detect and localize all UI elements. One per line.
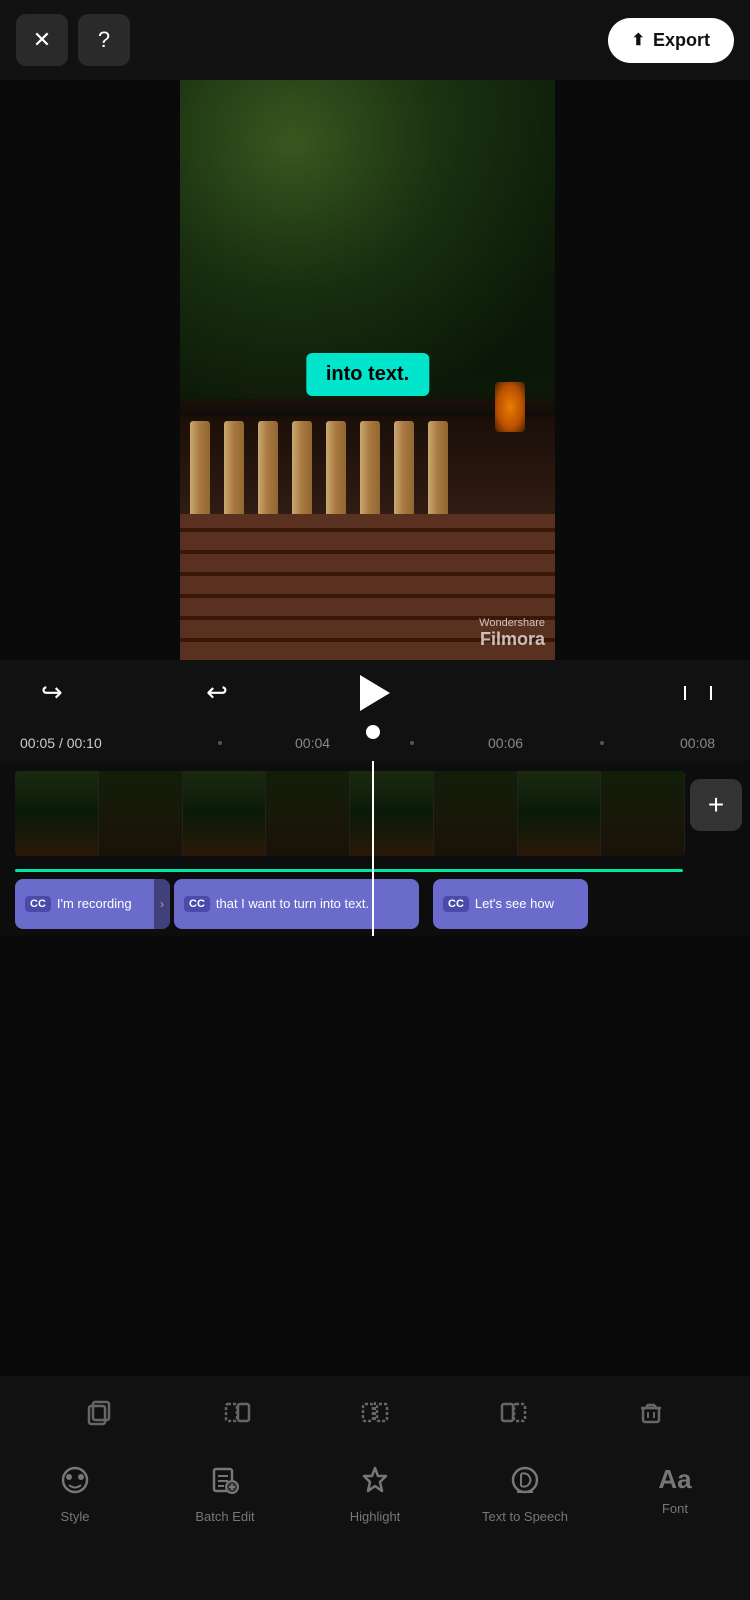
- caption-bubble: into text.: [306, 353, 429, 396]
- help-icon: ?: [98, 27, 110, 53]
- trim-left-icon: [223, 1398, 251, 1426]
- highlight-icon: [359, 1464, 391, 1503]
- fence-post: [394, 421, 414, 521]
- clip-handle-1[interactable]: ›: [154, 879, 170, 929]
- redo-icon: ↩: [206, 677, 228, 708]
- time-marker-2: 00:06: [488, 735, 523, 751]
- split-icon: [361, 1398, 389, 1426]
- watermark: Wondershare Filmora: [479, 617, 545, 650]
- strip-frame: [350, 771, 434, 856]
- caption-text: into text.: [326, 363, 409, 385]
- watermark-brand: Filmora: [479, 629, 545, 650]
- strip-frame: [266, 771, 350, 856]
- strip-frame: [434, 771, 518, 856]
- text-to-speech-label: Text to Speech: [482, 1509, 568, 1524]
- font-label: Font: [662, 1501, 688, 1516]
- cc-badge-1: CC: [25, 896, 51, 912]
- caption-clip-text-1: I'm recording: [57, 896, 132, 911]
- ruler-dot: [410, 741, 414, 745]
- undo-button[interactable]: ↩: [30, 671, 74, 715]
- strip-frame: [99, 771, 183, 856]
- time-marker-1: 00:04: [295, 735, 330, 751]
- redo-button[interactable]: ↩: [195, 671, 239, 715]
- fence-post: [326, 421, 346, 521]
- fence-post: [224, 421, 244, 521]
- duplicate-icon: [85, 1398, 113, 1426]
- lantern: [495, 382, 525, 432]
- strip-frame: [601, 771, 685, 856]
- strip-frame: [183, 771, 267, 856]
- caption-progress-line: [15, 869, 683, 872]
- duplicate-clip-button[interactable]: [74, 1387, 124, 1437]
- caption-track-area: CC I'm recording › CC that I want to tur…: [0, 871, 750, 936]
- play-button[interactable]: [360, 675, 390, 711]
- ruler-dot: [218, 741, 222, 745]
- highlight-label: Highlight: [350, 1509, 401, 1524]
- text-to-speech-tool-item[interactable]: Text to Speech: [450, 1464, 600, 1524]
- fence-post: [428, 421, 448, 521]
- caption-clip-text-3: Let's see how: [475, 896, 554, 911]
- export-label: Export: [653, 30, 710, 51]
- fence-posts: [190, 421, 448, 521]
- add-clip-button[interactable]: +: [690, 779, 742, 831]
- highlight-tool-item[interactable]: Highlight: [300, 1464, 450, 1524]
- fence-post: [190, 421, 210, 521]
- caption-clip-1[interactable]: CC I'm recording ›: [15, 879, 170, 929]
- plus-icon: +: [708, 789, 724, 821]
- play-icon: [360, 675, 390, 711]
- close-icon: ✕: [33, 27, 51, 53]
- ruler-dot: [600, 741, 604, 745]
- split-button[interactable]: [350, 1387, 400, 1437]
- strip-frame: [518, 771, 602, 856]
- bottom-toolbar: Style Batch Edit Highlight: [0, 1448, 750, 1600]
- font-tool-item[interactable]: Aa Font: [600, 1464, 750, 1516]
- fullscreen-icon: [684, 679, 712, 707]
- style-tool-item[interactable]: Style: [0, 1464, 150, 1524]
- batch-edit-icon: [209, 1464, 241, 1503]
- clip-edit-toolbar: [0, 1376, 750, 1448]
- playhead-top: [366, 725, 380, 739]
- video-background: into text. Wondershare Filmora: [180, 80, 555, 660]
- time-marker-3: 00:08: [680, 735, 715, 751]
- style-icon: [59, 1464, 91, 1503]
- font-icon: Aa: [658, 1464, 691, 1495]
- strip-frame: [15, 771, 99, 856]
- delete-clip-button[interactable]: [626, 1387, 676, 1437]
- caption-clip-2[interactable]: CC that I want to turn into text.: [174, 879, 419, 929]
- current-time-label: 00:05 / 00:10: [20, 735, 102, 751]
- empty-space: [0, 936, 750, 1336]
- close-button[interactable]: ✕: [16, 14, 68, 66]
- fence-post: [258, 421, 278, 521]
- trim-left-button[interactable]: [212, 1387, 262, 1437]
- batch-edit-tool-item[interactable]: Batch Edit: [150, 1464, 300, 1524]
- help-button[interactable]: ?: [78, 14, 130, 66]
- video-preview: into text. Wondershare Filmora: [180, 80, 555, 660]
- cc-badge-2: CC: [184, 896, 210, 912]
- style-label: Style: [61, 1509, 90, 1524]
- batch-edit-label: Batch Edit: [195, 1509, 254, 1524]
- caption-clip-3[interactable]: CC Let's see how: [433, 879, 588, 929]
- top-bar-left: ✕ ?: [16, 14, 130, 66]
- export-button[interactable]: ⬆ Export: [608, 18, 734, 63]
- undo-icon: ↩: [41, 677, 63, 708]
- top-bar: ✕ ? ⬆ Export: [0, 0, 750, 80]
- trim-right-icon: [499, 1398, 527, 1426]
- video-strip: [15, 771, 685, 856]
- tree-overlay: [180, 80, 555, 399]
- text-to-speech-icon: [509, 1464, 541, 1503]
- cc-badge-3: CC: [443, 896, 469, 912]
- delete-icon: [637, 1398, 665, 1426]
- watermark-company: Wondershare: [479, 617, 545, 629]
- fence-post: [292, 421, 312, 521]
- caption-clip-text-2: that I want to turn into text.: [216, 896, 369, 911]
- fence-post: [360, 421, 380, 521]
- playback-controls: ↩ ↩: [0, 660, 750, 725]
- trim-right-button[interactable]: [488, 1387, 538, 1437]
- export-upload-icon: ⬆: [632, 30, 645, 50]
- video-track-area: 🔇 +: [0, 761, 750, 871]
- fullscreen-button[interactable]: [676, 671, 720, 715]
